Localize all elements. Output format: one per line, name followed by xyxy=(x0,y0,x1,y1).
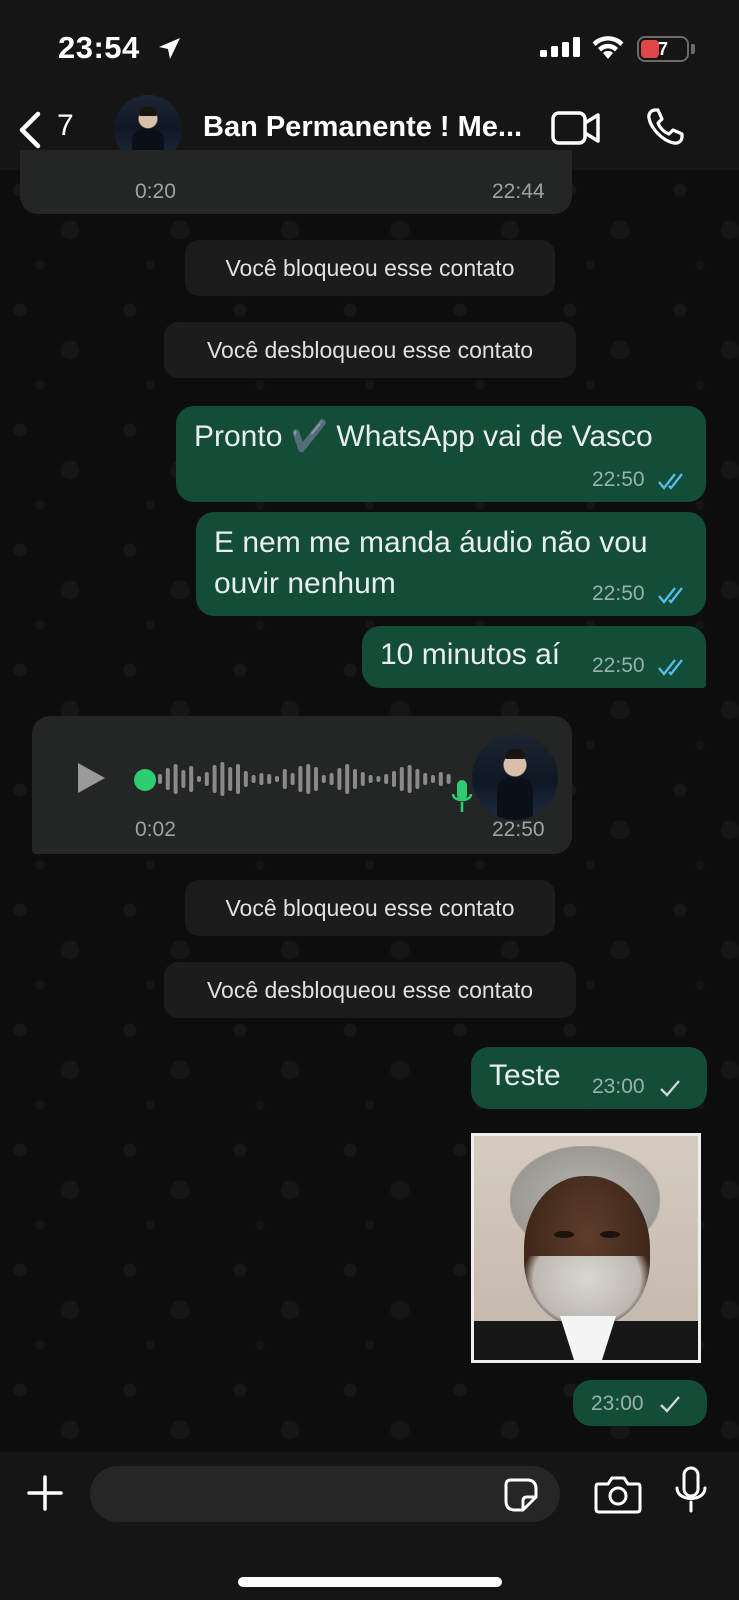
message-text-line-1: E nem me manda áudio não vou xyxy=(214,526,648,559)
system-message-blocked: Você bloqueou esse contato xyxy=(185,880,555,936)
phone-call-icon[interactable] xyxy=(645,107,685,147)
avatar-suit xyxy=(497,778,533,820)
whatsapp-chat-screen: 23:54 7 7 Ban Permanente ! Me... 0:20 22… xyxy=(0,0,739,1600)
battery-percentage: 7 xyxy=(657,39,668,59)
voice-duration: 0:02 xyxy=(135,818,176,841)
message-text: Pronto ✔️ WhatsApp vai de Vasco xyxy=(194,420,653,453)
message-input[interactable] xyxy=(90,1466,560,1522)
status-bar: 23:54 7 xyxy=(0,0,739,95)
microphone-badge-icon xyxy=(451,780,473,812)
home-indicator xyxy=(238,1577,502,1587)
voice-sender-avatar xyxy=(472,734,558,820)
message-time: 22:44 xyxy=(492,180,545,203)
system-message-unblocked: Você desbloqueou esse contato xyxy=(164,962,576,1018)
battery-icon: 7 xyxy=(637,36,689,62)
microphone-icon[interactable] xyxy=(674,1466,708,1514)
video-call-icon[interactable] xyxy=(551,110,601,146)
battery-cap xyxy=(691,44,695,54)
message-bubble-outgoing[interactable]: 10 minutos aí 22:50 xyxy=(362,626,706,688)
plus-icon[interactable] xyxy=(26,1474,64,1512)
read-receipt-icon xyxy=(658,587,683,604)
sent-check-icon xyxy=(660,1396,680,1413)
sent-check-icon xyxy=(660,1080,680,1097)
message-text: 10 minutos aí xyxy=(380,638,561,671)
photo-eye-left xyxy=(554,1231,574,1238)
composer-bar xyxy=(0,1452,739,1600)
avatar-hair xyxy=(505,749,525,759)
message-bubble-outgoing[interactable]: E nem me manda áudio não vou ouvir nenhu… xyxy=(196,512,706,616)
system-message-unblocked: Você desbloqueou esse contato xyxy=(164,322,576,378)
camera-icon[interactable] xyxy=(594,1474,642,1514)
contact-name[interactable]: Ban Permanente ! Me... xyxy=(203,111,533,144)
wifi-icon xyxy=(592,36,624,59)
voice-waveform[interactable] xyxy=(158,754,458,804)
play-icon[interactable] xyxy=(74,760,108,796)
location-arrow-icon xyxy=(159,38,180,59)
image-timestamp-bubble: 23:00 xyxy=(573,1380,707,1426)
status-time: 23:54 xyxy=(58,30,140,65)
image-message[interactable] xyxy=(471,1133,701,1363)
message-time: 22:50 xyxy=(592,582,645,605)
chevron-left-icon[interactable] xyxy=(16,111,44,149)
message-time: 23:00 xyxy=(591,1392,644,1415)
audio-duration: 0:20 xyxy=(135,180,176,203)
message-bubble-outgoing[interactable]: Pronto ✔️ WhatsApp vai de Vasco 22:50 xyxy=(176,406,706,502)
message-bubble-audio-previous[interactable]: 0:20 22:44 xyxy=(20,150,572,214)
message-text: Teste xyxy=(489,1059,561,1092)
cellular-signal-icon xyxy=(540,37,580,57)
message-text-line-2: ouvir nenhum xyxy=(214,567,396,600)
message-time: 23:00 xyxy=(592,1075,645,1098)
voice-message-bubble[interactable]: 0:02 22:50 xyxy=(32,716,572,854)
read-receipt-icon xyxy=(658,473,683,490)
system-message-blocked: Você bloqueou esse contato xyxy=(185,240,555,296)
message-bubble-outgoing[interactable]: Teste 23:00 xyxy=(471,1047,707,1109)
avatar-hair xyxy=(139,107,157,116)
message-time: 22:50 xyxy=(492,818,545,841)
back-unread-count[interactable]: 7 xyxy=(57,109,74,143)
sticker-icon[interactable] xyxy=(503,1477,539,1513)
photo-eye-right xyxy=(600,1231,620,1238)
message-time: 22:50 xyxy=(592,468,645,491)
read-receipt-icon xyxy=(658,659,683,676)
voice-progress-handle[interactable] xyxy=(134,769,156,791)
message-time: 22:50 xyxy=(592,654,645,677)
